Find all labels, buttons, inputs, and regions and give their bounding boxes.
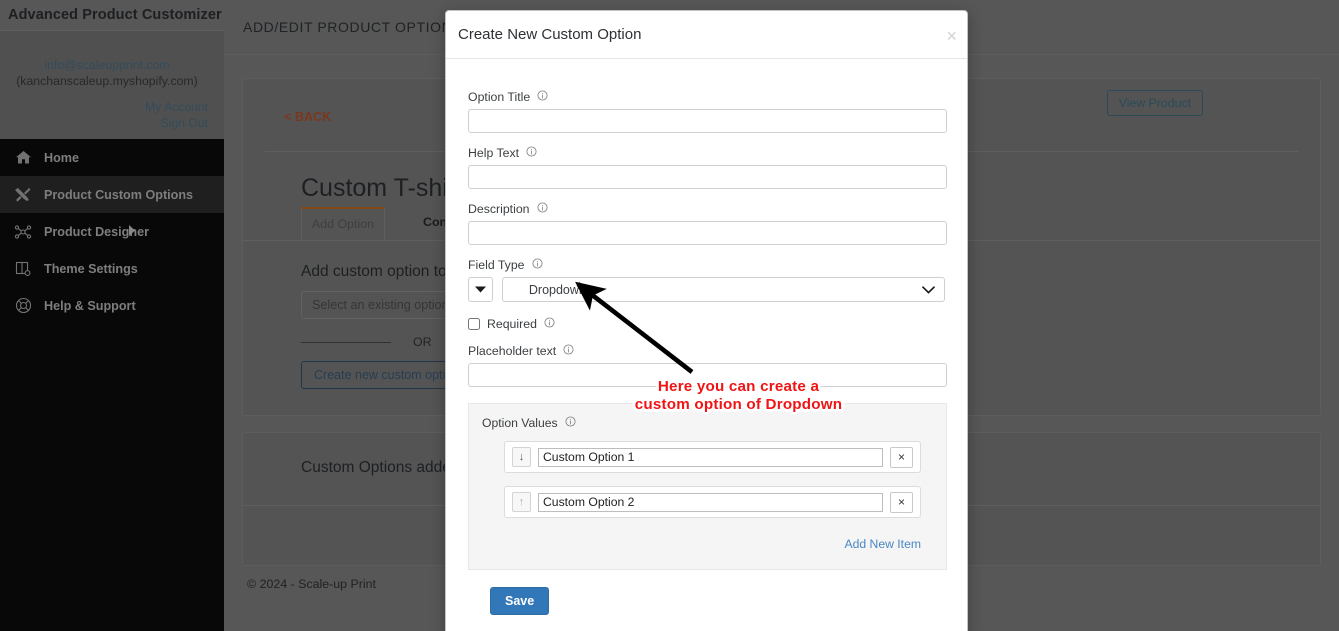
label-placeholder-text: Placeholder text [468,344,945,358]
label-text: Placeholder text [468,344,557,358]
label-text: Help Text [468,146,520,160]
modal-header: Create New Custom Option × [446,11,967,59]
field-option-title: Option Title [468,90,947,133]
modal-footer: Save [468,570,945,615]
annotation-text: Here you can create a custom option of D… [634,378,843,413]
info-icon[interactable] [563,344,574,358]
label-description: Description [468,202,945,216]
field-help-text: Help Text [468,146,947,189]
info-icon[interactable] [544,315,555,333]
chevron-down-icon [922,283,935,297]
option-value-input[interactable] [538,447,883,467]
move-up-icon[interactable]: ↑ [512,492,531,512]
info-icon[interactable] [536,202,548,216]
delete-option-icon[interactable]: × [890,491,913,513]
save-button[interactable]: Save [490,587,550,615]
option-value-input[interactable] [538,492,883,512]
add-new-item-link[interactable]: Add New Item [844,537,921,551]
info-icon[interactable] [531,258,543,272]
label-text: Field Type [468,258,525,272]
info-icon[interactable] [565,416,576,430]
label-help-text: Help Text [468,146,945,160]
create-custom-option-modal: Create New Custom Option × Option Title … [445,10,968,631]
label-text: Option Values [482,416,558,430]
label-text: Option Title [468,90,531,104]
description-input[interactable] [468,221,947,245]
screenshot-root: Advanced Product Customizer info@scaleup… [0,0,1339,631]
close-icon[interactable]: × [946,27,957,45]
field-type-row: Dropdown [468,277,945,302]
field-type-select[interactable]: Dropdown [501,277,945,302]
modal-title: Create New Custom Option [458,26,642,43]
add-new-item-row: Add New Item [482,535,933,553]
label-field-type: Field Type [468,258,945,272]
required-label: Required [487,317,537,331]
label-option-values: Option Values [482,416,933,430]
move-down-icon[interactable]: ↓ [512,447,531,467]
label-option-title: Option Title [468,90,945,104]
option-value-row: ↓ × [504,441,921,473]
modal-body: Option Title Help Text Description Field… [446,59,967,615]
option-title-input[interactable] [468,109,947,133]
field-type-value: Dropdown [528,282,586,297]
field-required: Required [468,315,945,333]
label-text: Description [468,202,530,216]
info-icon[interactable] [526,146,537,160]
field-field-type: Field Type Dropdown [468,258,945,302]
help-text-input[interactable] [468,165,947,189]
info-icon[interactable] [537,90,548,104]
option-values-panel: Option Values ↓ × ↑ × Add New Item [468,403,947,570]
required-checkbox[interactable] [468,318,480,330]
field-type-preview-icon[interactable] [468,277,493,302]
delete-option-icon[interactable]: × [890,446,913,468]
option-value-row: ↑ × [504,486,921,518]
field-description: Description [468,202,947,245]
